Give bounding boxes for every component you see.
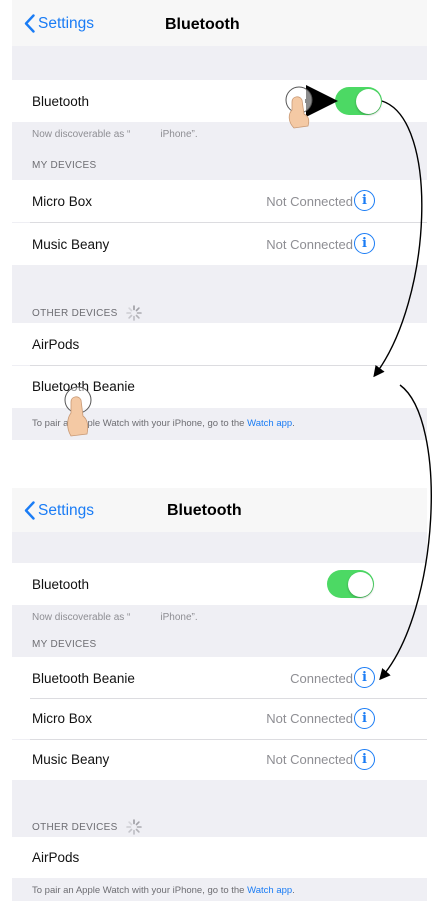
curved-arrow-icon [373, 100, 423, 378]
annotation-overlay [305, 85, 432, 681]
pointing-hand-icon [285, 86, 313, 129]
pointing-hand-icon [64, 386, 92, 437]
curved-arrow-icon [379, 384, 432, 681]
